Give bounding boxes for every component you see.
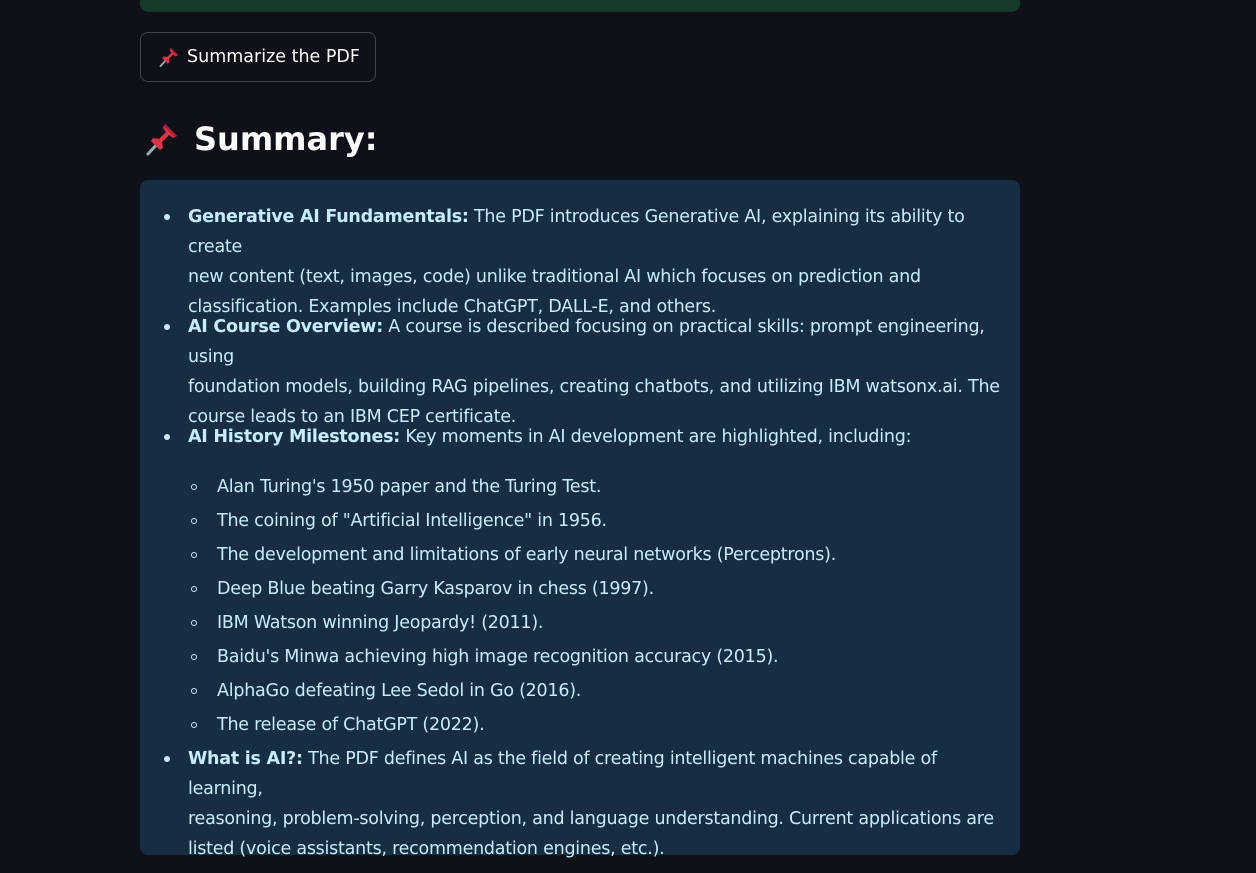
bullet-circle [191, 688, 197, 694]
sub-list-item-text: Alan Turing's 1950 paper and the Turing … [217, 477, 602, 497]
success-alert-bar [140, 0, 1020, 12]
summary-heading: Summary: [144, 116, 378, 162]
summary-item-line: reasoning, problem-solving, perception, … [188, 809, 994, 829]
bullet-circle [191, 722, 197, 728]
summary-item-line: foundation models, building RAG pipeline… [188, 377, 1000, 397]
sub-list-item-text: Baidu's Minwa achieving high image recog… [217, 647, 779, 667]
bullet-circle [191, 620, 197, 626]
summary-heading-text: Summary: [194, 120, 378, 158]
sub-list-item-text: AlphaGo defeating Lee Sedol in Go (2016)… [217, 681, 582, 701]
pushpin-icon [144, 121, 180, 157]
summary-item-title: AI Course Overview: [188, 317, 383, 337]
sub-list-item-text: IBM Watson winning Jeopardy! (2011). [217, 613, 544, 633]
summary-item-line: Key moments in AI development are highli… [405, 427, 912, 447]
summary-item-line: new content (text, images, code) unlike … [188, 267, 921, 287]
summary-item-title: What is AI?: [188, 749, 303, 769]
sub-list-item: IBM Watson winning Jeopardy! (2011). [140, 608, 1020, 642]
sub-list-item: The development and limitations of early… [140, 540, 1020, 574]
summary-item-text: AI Course Overview: A course is describe… [188, 312, 1000, 432]
sub-list-item: The release of ChatGPT (2022). [140, 710, 1020, 744]
summary-item-title: Generative AI Fundamentals: [188, 207, 469, 227]
sub-list-item: The coining of "Artificial Intelligence"… [140, 506, 1020, 540]
summary-info-box: Generative AI Fundamentals: The PDF intr… [140, 180, 1020, 859]
summary-item-text: Generative AI Fundamentals: The PDF intr… [188, 202, 1000, 322]
sub-list-item: Alan Turing's 1950 paper and the Turing … [140, 472, 1020, 506]
bullet-circle [191, 586, 197, 592]
sub-list-item: Deep Blue beating Garry Kasparov in ches… [140, 574, 1020, 608]
bullet-dot [164, 756, 170, 762]
summary-item-text: AI History Milestones: Key moments in AI… [188, 422, 1000, 452]
summary-item-title: AI History Milestones: [188, 427, 401, 447]
bullet-circle [191, 518, 197, 524]
sub-list-item-text: The release of ChatGPT (2022). [217, 715, 485, 735]
sub-list-item-text: Deep Blue beating Garry Kasparov in ches… [217, 579, 654, 599]
bullet-dot [164, 214, 170, 220]
bullet-circle [191, 654, 197, 660]
sub-list-item: Baidu's Minwa achieving high image recog… [140, 642, 1020, 676]
summarize-pdf-button-label: Summarize the PDF [187, 47, 360, 67]
sub-list-item-text: The coining of "Artificial Intelligence"… [217, 511, 607, 531]
pushpin-icon [158, 46, 180, 68]
bullet-circle [191, 552, 197, 558]
summarize-pdf-button[interactable]: Summarize the PDF [140, 32, 376, 82]
bullet-circle [191, 484, 197, 490]
sub-list-item: AlphaGo defeating Lee Sedol in Go (2016)… [140, 676, 1020, 710]
bullet-dot [164, 324, 170, 330]
bullet-dot [164, 434, 170, 440]
sub-list-item-text: The development and limitations of early… [217, 545, 837, 565]
summary-item-line: listed (voice assistants, recommendation… [188, 839, 665, 859]
summary-item-text: What is AI?: The PDF defines AI as the f… [188, 744, 1000, 864]
